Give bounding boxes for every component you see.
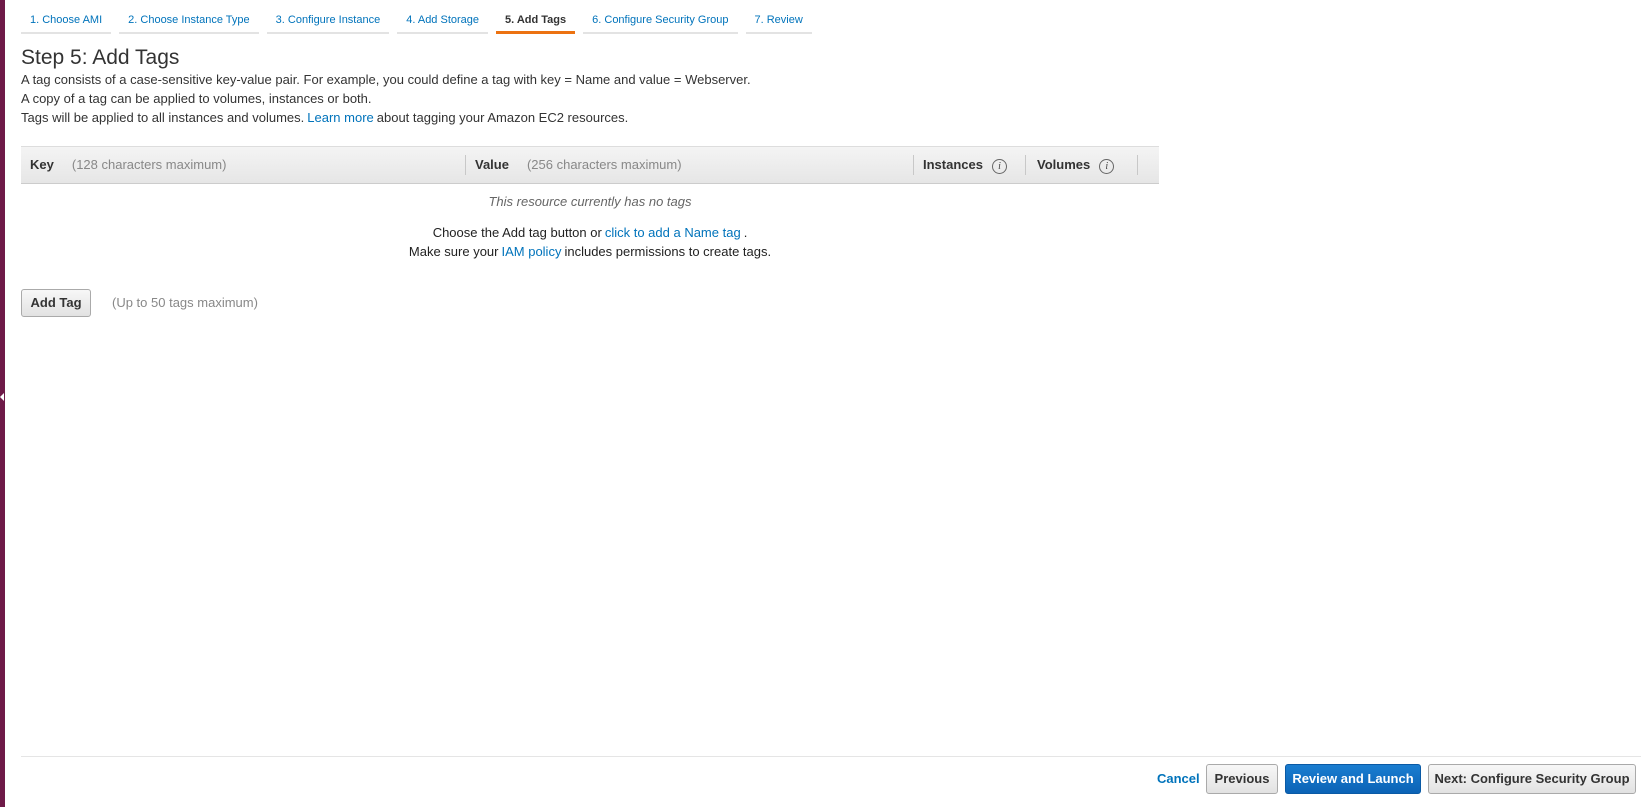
column-header-volumes: Volumes i (1037, 147, 1115, 183)
help-text: . (743, 225, 748, 240)
add-tag-limit-hint: (Up to 50 tags maximum) (112, 295, 258, 310)
column-key-hint: (128 characters maximum) (71, 157, 227, 172)
tab-configure-instance[interactable]: 3. Configure Instance (266, 8, 390, 34)
tab-choose-instance-type[interactable]: 2. Choose Instance Type (119, 8, 259, 34)
volumes-info-icon[interactable]: i (1099, 159, 1115, 174)
launch-wizard: 1. Choose AMI 2. Choose Instance Type 3.… (21, 0, 1641, 807)
column-header-value: Value (256 characters maximum) (475, 147, 682, 183)
learn-more-link[interactable]: Learn more (307, 110, 373, 125)
wizard-tabs: 1. Choose AMI 2. Choose Instance Type 3.… (21, 8, 812, 34)
empty-tags-message: This resource currently has no tags (488, 194, 692, 209)
column-value-label: Value (475, 157, 509, 172)
tab-choose-ami[interactable]: 1. Choose AMI (21, 8, 112, 34)
collapse-handle-icon[interactable] (0, 393, 4, 401)
add-name-tag-link[interactable]: click to add a Name tag (605, 225, 741, 240)
next-configure-security-group-button[interactable]: Next: Configure Security Group (1428, 764, 1636, 794)
column-value-hint: (256 characters maximum) (526, 157, 682, 172)
tab-add-tags[interactable]: 5. Add Tags (496, 8, 576, 34)
help-text: Choose the Add tag button or (432, 225, 602, 240)
description-line-3: Tags will be applied to all instances an… (21, 110, 628, 125)
description-text: Tags will be applied to all instances an… (21, 110, 305, 125)
footer-divider (21, 756, 1641, 757)
column-divider (913, 155, 914, 175)
previous-button[interactable]: Previous (1206, 764, 1278, 794)
description-line-2: A copy of a tag can be applied to volume… (21, 91, 372, 106)
iam-policy-help-line: Make sure your IAM policy includes permiss… (21, 244, 1159, 259)
instances-info-icon[interactable]: i (991, 159, 1007, 174)
column-divider (1025, 155, 1026, 175)
column-key-label: Key (30, 157, 54, 172)
description-line-1: A tag consists of a case-sensitive key-v… (21, 72, 751, 87)
column-instances-label: Instances (923, 157, 983, 172)
help-text: includes permissions to create tags. (564, 244, 772, 259)
tab-configure-security-group[interactable]: 6. Configure Security Group (583, 8, 738, 34)
column-divider (465, 155, 466, 175)
column-header-key: Key (128 characters maximum) (30, 147, 226, 183)
page-title: Step 5: Add Tags (21, 46, 180, 69)
help-text: Make sure your (408, 244, 499, 259)
left-sidebar-rail (0, 0, 5, 807)
column-volumes-label: Volumes (1037, 157, 1091, 172)
column-divider (1137, 155, 1138, 175)
add-tag-help-line: Choose the Add tag button or click to add… (21, 225, 1159, 240)
review-and-launch-button[interactable]: Review and Launch (1285, 764, 1421, 794)
add-tag-button[interactable]: Add Tag (21, 289, 91, 317)
description-text: about tagging your Amazon EC2 resources. (376, 110, 629, 125)
iam-policy-link[interactable]: IAM policy (501, 244, 561, 259)
tab-add-storage[interactable]: 4. Add Storage (397, 8, 489, 34)
column-header-instances: Instances i (923, 147, 1007, 183)
tag-table-header: Key (128 characters maximum) Value (256 ch… (21, 146, 1159, 184)
cancel-link[interactable]: Cancel (1157, 771, 1200, 786)
tab-review[interactable]: 7. Review (745, 8, 812, 34)
tag-table: Key (128 characters maximum) Value (256 ch… (21, 146, 1159, 184)
